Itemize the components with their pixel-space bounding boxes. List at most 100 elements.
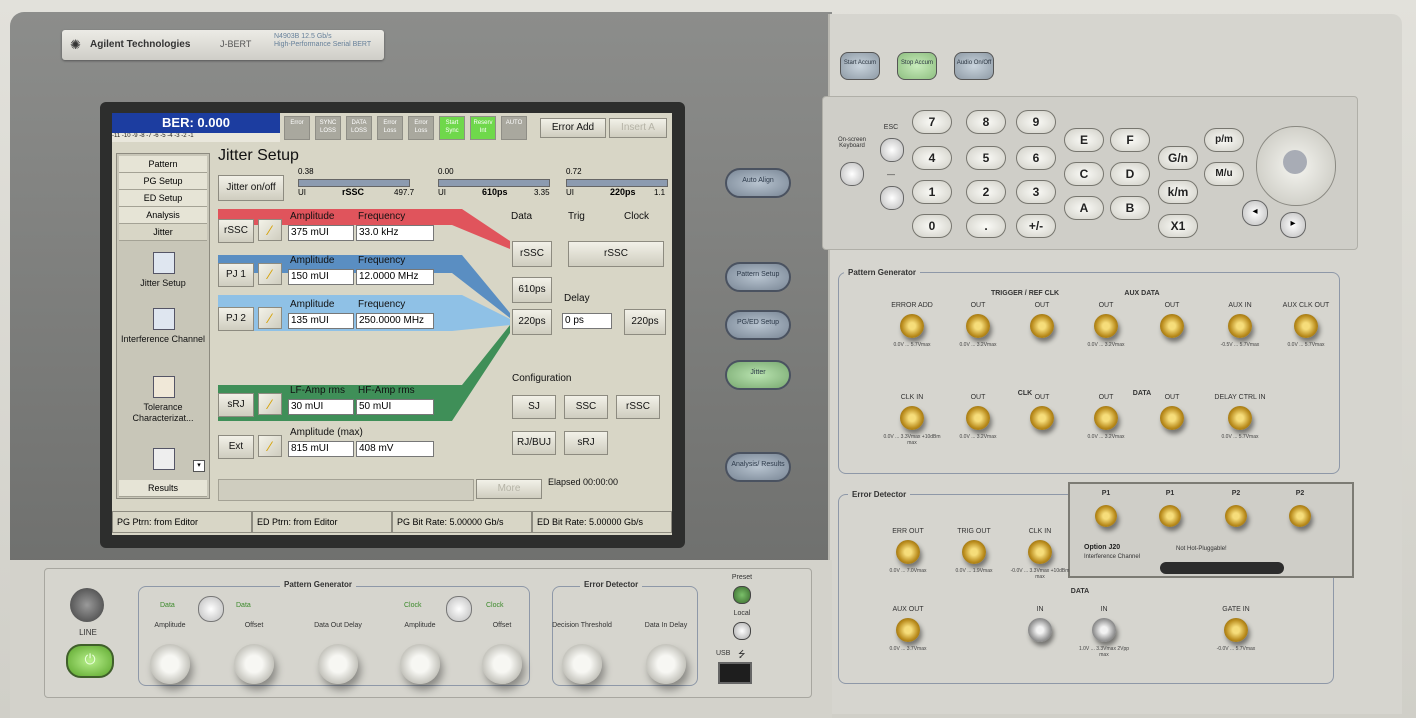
stop-accum-button[interactable]: Stop Accum <box>897 52 937 80</box>
key-11-button[interactable]: +/- <box>1016 214 1056 238</box>
config-rssc-button[interactable]: rSSC <box>616 395 660 419</box>
unit-key-0-button[interactable]: G/n <box>1158 146 1198 170</box>
hex-key-2-button[interactable]: C <box>1064 162 1104 186</box>
key-2-button[interactable]: 9 <box>1016 110 1056 134</box>
data-toggle-button[interactable] <box>198 596 224 622</box>
hex-key-1-button[interactable]: F <box>1110 128 1150 152</box>
jitter-2-value-1[interactable]: 135 mUI <box>288 313 354 329</box>
jitter-0-value-1[interactable]: 375 mUI <box>288 225 354 241</box>
key-9-button[interactable]: 0 <box>912 214 952 238</box>
arrow-right-icon[interactable]: ▸ <box>1280 212 1306 238</box>
esc-button[interactable] <box>880 138 904 162</box>
jitter-3-value-1[interactable]: 30 mUI <box>288 399 354 415</box>
start-accum-button[interactable]: Start Accum <box>840 52 880 80</box>
jitter-4-value-2[interactable]: 408 mV <box>356 441 434 457</box>
jitter-1-toggle-button[interactable]: PJ 1 <box>218 263 254 287</box>
clock-rssc-button[interactable]: rSSC <box>568 241 664 267</box>
pg-connector-12[interactable] <box>1228 406 1252 430</box>
minus-button[interactable] <box>880 186 904 210</box>
pg-connector-2[interactable] <box>1030 314 1054 338</box>
jitter-1-value-2[interactable]: 12.0000 MHz <box>356 269 434 285</box>
ed-connector-6[interactable] <box>1224 618 1248 642</box>
pg-connector-4[interactable] <box>1160 314 1184 338</box>
jitter-1-value-1[interactable]: 150 mUI <box>288 269 354 285</box>
jitter-1-edit-icon[interactable]: ⁄ <box>258 263 282 285</box>
jitter-3-edit-icon[interactable]: ⁄ <box>258 393 282 415</box>
jitter-3-value-2[interactable]: 50 mUI <box>356 399 434 415</box>
key-1-button[interactable]: 8 <box>966 110 1006 134</box>
config-sj-button[interactable]: SJ <box>512 395 556 419</box>
hex-key-0-button[interactable]: E <box>1064 128 1104 152</box>
clock-toggle-button[interactable] <box>446 596 472 622</box>
config-rjbuj-button[interactable]: RJ/BUJ <box>512 431 556 455</box>
key-3-button[interactable]: 4 <box>912 146 952 170</box>
jitter-2-edit-icon[interactable]: ⁄ <box>258 307 282 329</box>
pg-connector-5[interactable] <box>1228 314 1252 338</box>
data-rssc-button[interactable]: rSSC <box>512 241 552 267</box>
hex-key-4-button[interactable]: A <box>1064 196 1104 220</box>
auto-align-button[interactable]: Auto Align <box>725 168 791 198</box>
pattern-setup-button[interactable]: Pattern Setup <box>725 262 791 292</box>
pg-connector-9[interactable] <box>1030 406 1054 430</box>
pg-connector-3[interactable] <box>1094 314 1118 338</box>
preset-button[interactable] <box>733 586 751 604</box>
data-610ps-button[interactable]: 610ps <box>512 277 552 303</box>
key-6-button[interactable]: 1 <box>912 180 952 204</box>
jitter-0-value-2[interactable]: 33.0 kHz <box>356 225 434 241</box>
pg-connector-11[interactable] <box>1160 406 1184 430</box>
unit-key-2-button[interactable]: X1 <box>1158 214 1198 238</box>
key-10-button[interactable]: . <box>966 214 1006 238</box>
pg-connector-1[interactable] <box>966 314 990 338</box>
unit-key-extra-1-button[interactable]: M/u <box>1204 162 1244 186</box>
unit-key-1-button[interactable]: k/m <box>1158 180 1198 204</box>
jitter-4-edit-icon[interactable]: ⁄ <box>258 435 282 457</box>
jitter-0-edit-icon[interactable]: ⁄ <box>258 219 282 241</box>
hex-key-5-button[interactable]: B <box>1110 196 1150 220</box>
option-latch[interactable] <box>1160 562 1284 574</box>
onscreen-keyboard-button[interactable] <box>840 162 864 186</box>
jitter-3-toggle-button[interactable]: sRJ <box>218 393 254 417</box>
ed-connector-2[interactable] <box>1028 540 1052 564</box>
local-button[interactable] <box>733 622 751 640</box>
key-4-button[interactable]: 5 <box>966 146 1006 170</box>
option-connector-1[interactable] <box>1159 505 1181 527</box>
ed-connector-4[interactable] <box>1028 618 1052 642</box>
jitter-4-value-1[interactable]: 815 mUI <box>288 441 354 457</box>
pg-connector-8[interactable] <box>966 406 990 430</box>
key-5-button[interactable]: 6 <box>1016 146 1056 170</box>
knob-5[interactable] <box>562 644 602 684</box>
pg-ed-setup-button[interactable]: PG/ED Setup <box>725 310 791 340</box>
option-connector-2[interactable] <box>1225 505 1247 527</box>
jitter-2-value-2[interactable]: 250.0000 MHz <box>356 313 434 329</box>
option-connector-3[interactable] <box>1289 505 1311 527</box>
config-ssc-button[interactable]: SSC <box>564 395 608 419</box>
ed-connector-3[interactable] <box>896 618 920 642</box>
more-button[interactable]: More <box>476 479 542 499</box>
knob-3[interactable] <box>400 644 440 684</box>
knob-1[interactable] <box>234 644 274 684</box>
knob-4[interactable] <box>482 644 522 684</box>
knob-6[interactable] <box>646 644 686 684</box>
hex-key-3-button[interactable]: D <box>1110 162 1150 186</box>
power-icon[interactable]: ⏻ <box>66 644 114 678</box>
key-0-button[interactable]: 7 <box>912 110 952 134</box>
knob-0[interactable] <box>150 644 190 684</box>
usb-port[interactable] <box>718 662 752 684</box>
knob-2[interactable] <box>318 644 358 684</box>
delay-field[interactable]: 0 ps <box>562 313 612 329</box>
config-srj-button[interactable]: sRJ <box>564 431 608 455</box>
ed-connector-1[interactable] <box>962 540 986 564</box>
audio-onoff-button[interactable]: Audio On/Off <box>954 52 994 80</box>
jitter-button[interactable]: Jitter <box>725 360 791 390</box>
data-220ps-button[interactable]: 220ps <box>512 309 552 335</box>
jitter-2-toggle-button[interactable]: PJ 2 <box>218 307 254 331</box>
touch-screen[interactable]: BER: 0.000 -11 -10 -9 -8 -7 -6 -5 -4 -3 … <box>112 113 672 535</box>
key-7-button[interactable]: 2 <box>966 180 1006 204</box>
unit-key-extra-0-button[interactable]: p/m <box>1204 128 1244 152</box>
key-8-button[interactable]: 3 <box>1016 180 1056 204</box>
arrow-left-icon[interactable]: ◂ <box>1242 200 1268 226</box>
jitter-4-toggle-button[interactable]: Ext <box>218 435 254 459</box>
pg-connector-0[interactable] <box>900 314 924 338</box>
pg-connector-7[interactable] <box>900 406 924 430</box>
analysis-results-button[interactable]: Analysis/ Results <box>725 452 791 482</box>
